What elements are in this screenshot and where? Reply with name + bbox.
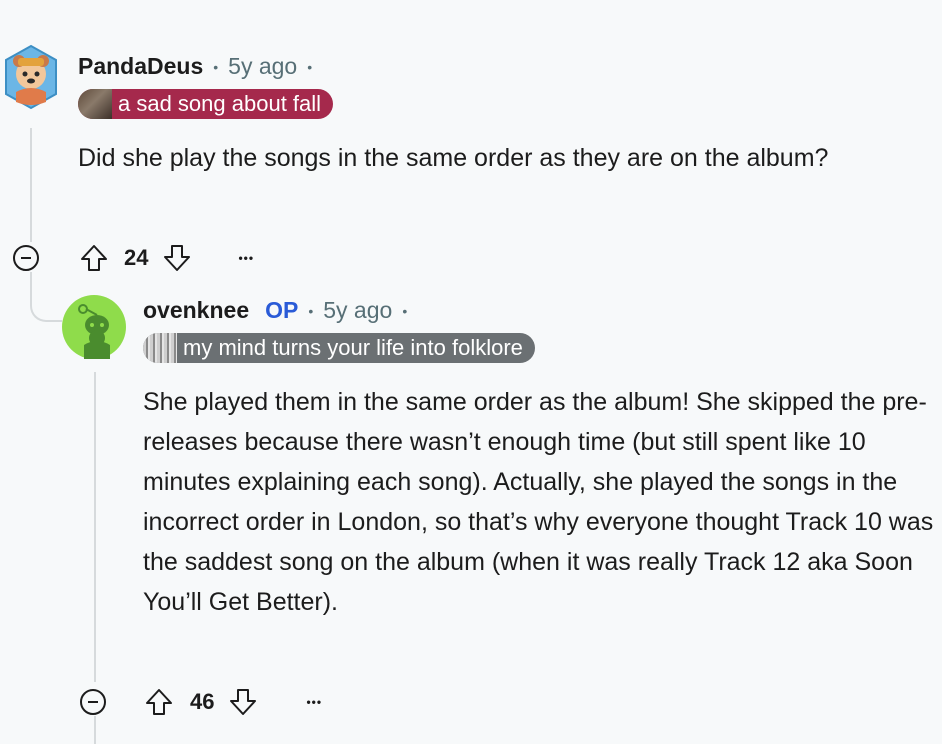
avatar[interactable]: [4, 44, 58, 114]
upvote-icon[interactable]: [144, 686, 174, 718]
vote-count: 46: [190, 689, 215, 714]
op-badge: OP: [265, 297, 299, 323]
comment-body: She played them in the same order as the…: [143, 388, 934, 616]
flair-text: a sad song about fall: [118, 91, 322, 116]
timestamp[interactable]: 5y ago: [228, 53, 297, 80]
timestamp[interactable]: 5y ago: [323, 297, 392, 324]
thread-connector: [30, 290, 62, 322]
flair-image: [78, 89, 112, 119]
username[interactable]: PandaDeus: [78, 53, 203, 80]
avatar[interactable]: [62, 295, 126, 359]
thread-line-2b: [94, 716, 96, 744]
username[interactable]: ovenknee: [143, 297, 249, 324]
collapse-icon[interactable]: [13, 245, 39, 271]
downvote-icon[interactable]: [162, 242, 192, 274]
separator: •: [402, 302, 408, 319]
upvote-icon[interactable]: [79, 242, 109, 274]
user-flair: my mind turns your life into folklore: [143, 333, 535, 363]
downvote-icon[interactable]: [228, 686, 258, 718]
vote-count: 24: [124, 245, 149, 270]
separator: •: [213, 58, 219, 75]
user-flair: a sad song about fall: [78, 89, 334, 119]
thread-line-1: [30, 128, 32, 242]
separator: •: [307, 58, 313, 75]
comment-body: Did she play the songs in the same order…: [78, 144, 829, 172]
separator: •: [308, 302, 314, 319]
more-icon[interactable]: •••: [306, 695, 322, 709]
more-icon[interactable]: •••: [238, 251, 254, 265]
flair-text: my mind turns your life into folklore: [183, 335, 523, 360]
collapse-icon[interactable]: [80, 689, 106, 715]
flair-image: [143, 333, 177, 363]
thread-line-2: [94, 372, 96, 682]
